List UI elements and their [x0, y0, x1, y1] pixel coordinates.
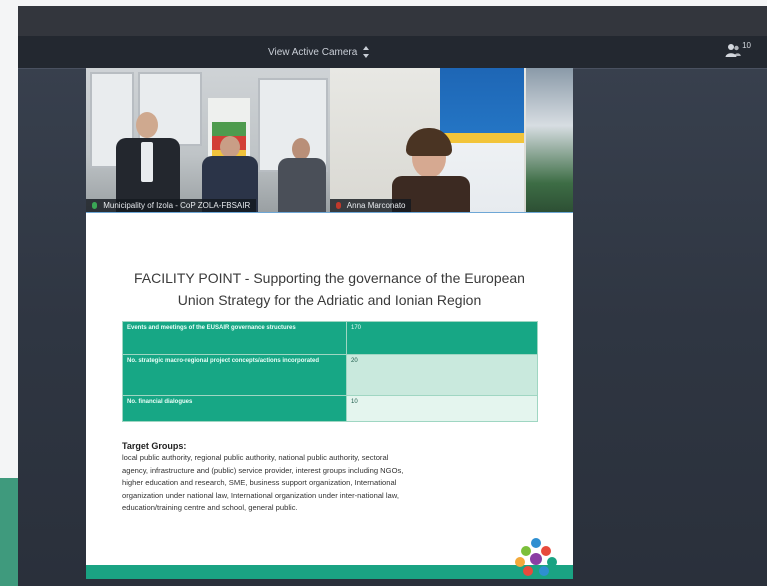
- meeting-toolbar: View Active Camera 10: [18, 36, 767, 69]
- background-decoration-left: [0, 478, 18, 586]
- view-select-label: View Active Camera: [268, 46, 358, 58]
- table-cell-value: 10: [346, 395, 538, 422]
- table-cell-label: No. strategic macro-regional project con…: [122, 354, 347, 396]
- table-row: No. strategic macro-regional project con…: [122, 354, 538, 396]
- participants-button[interactable]: 10: [725, 41, 751, 58]
- mic-icon: [336, 202, 341, 209]
- meeting-window: View Active Camera 10 Municipality of Iz…: [18, 6, 767, 586]
- target-groups-heading: Target Groups:: [122, 441, 187, 451]
- indicators-table: Events and meetings of the EUSAIR govern…: [122, 321, 538, 422]
- window-top-bar: [18, 6, 767, 36]
- background-banner: [526, 68, 573, 212]
- video-tile-anna-marconato[interactable]: Anna Marconato: [330, 68, 573, 212]
- slide-title: FACILITY POINT - Supporting the governan…: [134, 270, 525, 308]
- participant-name-label: Municipality of Izola - CoP ZOLA-FBSAIR: [86, 199, 257, 212]
- participants-count: 10: [742, 41, 751, 50]
- video-tile-municipality[interactable]: Municipality of Izola - CoP ZOLA-FBSAIR: [86, 68, 330, 212]
- table-row: Events and meetings of the EUSAIR govern…: [122, 321, 538, 355]
- slide-footer-bar: [86, 565, 573, 579]
- view-active-camera-select[interactable]: View Active Camera: [268, 43, 370, 61]
- mic-icon: [92, 202, 97, 209]
- table-row: No. financial dialogues 10: [122, 395, 538, 422]
- target-groups-text: local public authority, regional public …: [122, 453, 404, 512]
- table-cell-label: No. financial dialogues: [122, 395, 347, 422]
- participant-name-label: Anna Marconato: [330, 199, 412, 212]
- table-cell-value: 170: [346, 321, 538, 355]
- participants-icon: [725, 44, 741, 57]
- table-cell-label: Events and meetings of the EUSAIR govern…: [122, 321, 347, 355]
- eusair-logo: [515, 538, 557, 576]
- table-cell-value: 20: [346, 354, 538, 396]
- updown-chevron-icon: [363, 46, 370, 58]
- video-strip: Municipality of Izola - CoP ZOLA-FBSAIR …: [86, 68, 573, 212]
- shared-slide: FACILITY POINT - Supporting the governan…: [86, 212, 573, 579]
